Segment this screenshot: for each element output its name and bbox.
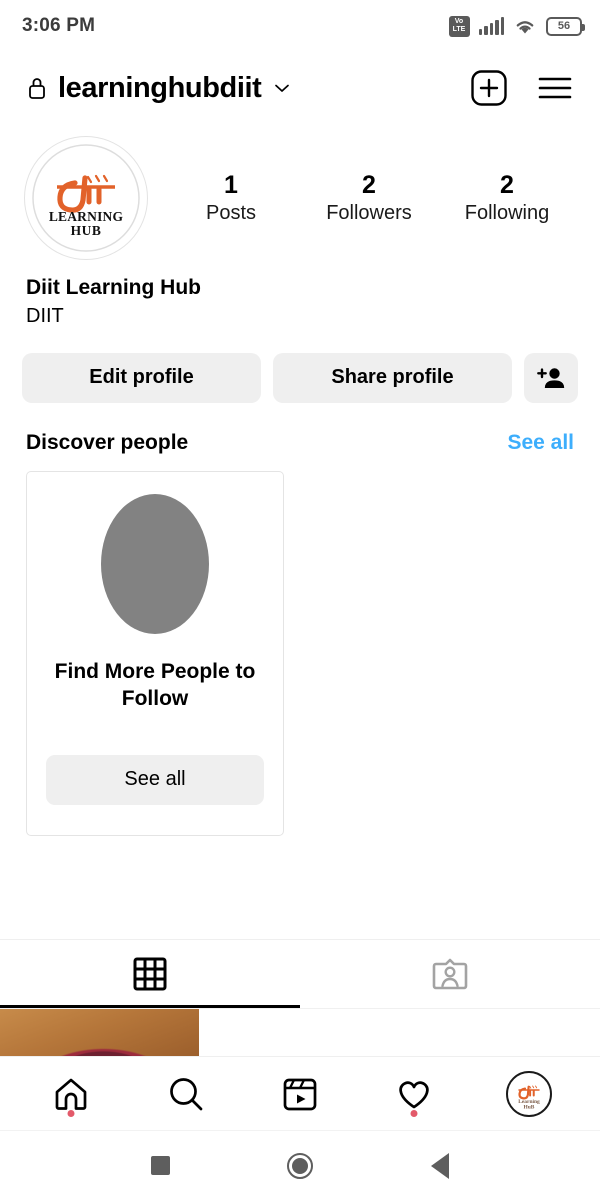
profile-bio-block: Diit Learning Hub DIIT (0, 260, 600, 331)
reels-icon (283, 1078, 317, 1110)
grid-icon (133, 957, 167, 991)
battery-icon: 56 (546, 16, 585, 36)
plus-box-icon[interactable] (470, 69, 508, 107)
lock-icon (29, 78, 45, 99)
svg-text:LEARNING: LEARNING (49, 209, 124, 224)
back-triangle-button[interactable] (413, 1139, 467, 1193)
stat-posts-value: 1 (224, 171, 238, 199)
placeholder-avatar-icon (101, 493, 209, 634)
tab-tagged[interactable] (300, 940, 600, 1008)
heart-icon (399, 1080, 430, 1108)
discover-card-see-all-button[interactable]: See all (46, 754, 264, 805)
stat-posts[interactable]: 1 Posts (188, 171, 274, 224)
status-icons: Vo LTE 56 (448, 15, 585, 37)
discover-people-header: Discover people See all (0, 403, 600, 455)
diit-learning-hub-logo-icon: LEARNING HUB (32, 144, 140, 252)
nav-search[interactable] (155, 1063, 217, 1125)
search-icon (169, 1077, 202, 1110)
nav-activity[interactable] (383, 1063, 445, 1125)
edit-profile-button[interactable]: Edit profile (22, 352, 261, 403)
svg-text:HUB: HUB (71, 223, 102, 238)
discover-people-carousel[interactable]: Find More People to Follow See all (0, 455, 600, 836)
profile-action-buttons: Edit profile Share profile (0, 331, 600, 403)
home-circle-button[interactable] (273, 1139, 327, 1193)
profile-display-name: Diit Learning Hub (26, 276, 201, 299)
post-grid-empty-cell (401, 1009, 600, 1056)
volte-icon: Vo LTE (448, 15, 470, 37)
stat-following[interactable]: 2 Following (464, 171, 550, 224)
diit-logo-small-icon: Learning HuB (509, 1073, 549, 1114)
stat-followers-value: 2 (362, 171, 376, 199)
app-header: learninghubdiit (0, 52, 600, 124)
hamburger-menu-icon[interactable] (536, 73, 574, 103)
tagged-person-icon (432, 958, 468, 990)
activity-badge-dot (410, 1109, 418, 1117)
header-actions (470, 69, 578, 107)
home-circle-icon (287, 1152, 313, 1179)
stat-following-value: 2 (500, 171, 514, 199)
wifi-icon (516, 20, 534, 33)
discover-people-title: Discover people (26, 430, 189, 454)
profile-stats: 1 Posts 2 Followers 2 Following (148, 171, 576, 224)
nav-profile[interactable]: Learning HuB (498, 1063, 560, 1125)
discover-see-all-link[interactable]: See all (507, 431, 574, 455)
share-profile-button[interactable]: Share profile (273, 352, 512, 403)
post-thumbnail[interactable] (0, 1009, 199, 1056)
person-add-icon (537, 367, 565, 388)
chevron-down-icon[interactable] (271, 77, 293, 99)
discover-card[interactable]: Find More People to Follow See all (26, 470, 284, 836)
nav-reels[interactable] (269, 1063, 331, 1125)
stat-followers-label: Followers (326, 202, 412, 224)
signal-bars-icon (478, 17, 504, 35)
back-icon (431, 1152, 449, 1179)
home-badge-dot (67, 1109, 75, 1117)
status-time: 3:06 PM (22, 15, 96, 36)
status-bar: 3:06 PM Vo LTE 56 (0, 0, 600, 52)
battery-level: 56 (557, 20, 571, 32)
profile-avatar[interactable]: LEARNING HUB (24, 136, 148, 260)
bottom-navigation-bar: Learning HuB (0, 1056, 600, 1130)
stat-followers[interactable]: 2 Followers (326, 171, 412, 224)
profile-bio-text: DIIT (26, 304, 64, 327)
volte-label-top: Vo (454, 17, 464, 25)
volte-label-bottom: LTE (452, 26, 466, 33)
stat-posts-label: Posts (205, 202, 257, 224)
recents-square-button[interactable] (133, 1139, 187, 1193)
home-icon (55, 1078, 87, 1110)
instagram-profile-screen: 3:06 PM Vo LTE 56 learninghubdiit LEARNI… (0, 0, 600, 1200)
stat-following-label: Following (464, 202, 550, 224)
username-label: learninghubdiit (58, 71, 262, 104)
profile-avatar-icon: Learning HuB (505, 1070, 552, 1117)
tab-grid[interactable] (0, 940, 300, 1008)
username-switcher[interactable]: learninghubdiit (26, 72, 470, 105)
profile-tabs (0, 939, 600, 1008)
post-grid (0, 1008, 600, 1056)
discover-card-text: Find More People to Follow (54, 659, 256, 710)
post-grid-empty-cell (200, 1009, 400, 1056)
nav-home[interactable] (40, 1063, 102, 1125)
profile-summary: LEARNING HUB 1 Posts 2 Followers 2 Follo… (0, 124, 600, 260)
discover-people-button[interactable] (524, 352, 578, 403)
svg-text:HuB: HuB (523, 1104, 534, 1110)
system-navigation-bar (0, 1130, 600, 1200)
recents-icon (150, 1156, 170, 1175)
